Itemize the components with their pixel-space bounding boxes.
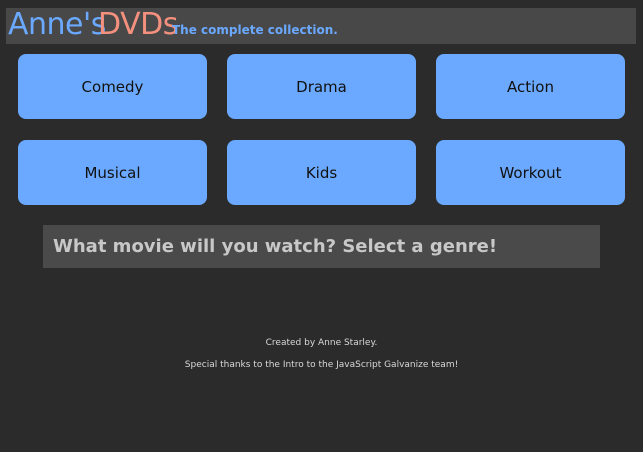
movie-prompt-panel: What movie will you watch? Select a genr… — [43, 225, 600, 268]
genre-button-comedy[interactable]: Comedy — [18, 54, 207, 119]
site-header: Anne's DVDs The complete collection. — [6, 8, 636, 44]
footer-credit: Created by Anne Starley. — [265, 338, 378, 348]
brand-name-second: DVDs — [98, 7, 178, 42]
brand-name-first: Anne's — [8, 7, 106, 42]
genre-button-kids[interactable]: Kids — [227, 140, 416, 205]
site-tagline: The complete collection. — [172, 23, 338, 37]
genre-button-drama[interactable]: Drama — [227, 54, 416, 119]
genre-button-workout[interactable]: Workout — [436, 140, 625, 205]
movie-prompt-text: What movie will you watch? Select a genr… — [53, 236, 498, 257]
genre-button-action[interactable]: Action — [436, 54, 625, 119]
genre-button-musical[interactable]: Musical — [18, 140, 207, 205]
footer-thanks: Special thanks to the Intro to the JavaS… — [184, 360, 459, 370]
